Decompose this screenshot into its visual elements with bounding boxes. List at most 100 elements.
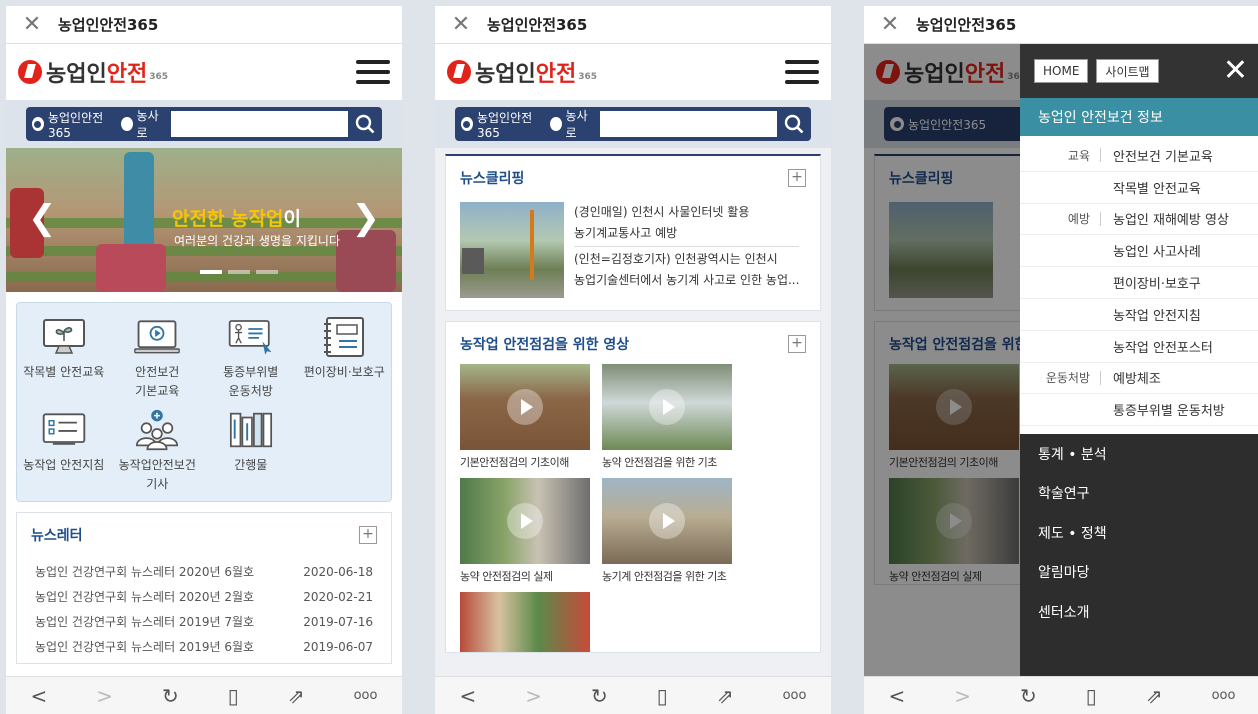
bookmark-icon[interactable]: ▯	[1086, 684, 1097, 708]
submenu-item[interactable]: 안전보건 기본교육	[1113, 146, 1213, 165]
newsletter-item[interactable]: 농업인 건강연구회 뉴스레터 2019년 7월호 2019-07-16	[35, 609, 373, 634]
drawer-main-menu: 통계 • 분석 학술연구 제도 • 정책 알림마당 센터소개	[1020, 434, 1258, 676]
drawer-menu-about[interactable]: 센터소개	[1020, 592, 1258, 632]
share-icon[interactable]: ⇗	[717, 684, 734, 708]
site-logo[interactable]: 농업인 안전 365	[18, 56, 168, 88]
bookmark-icon[interactable]: ▯	[657, 684, 668, 708]
drawer-menu-statistics[interactable]: 통계 • 분석	[1020, 434, 1258, 474]
video-thumbnail	[602, 478, 732, 564]
newsletter-more-button[interactable]: +	[359, 526, 377, 545]
refresh-icon[interactable]: ↻	[162, 684, 179, 708]
drawer-submenu-row[interactable]: 작목별 안전교육	[1020, 172, 1258, 204]
share-icon[interactable]: ⇗	[288, 684, 305, 708]
newsletter-item[interactable]: 농업인 건강연구회 뉴스레터 2020년 6월호 2020-06-18	[35, 559, 373, 584]
back-icon[interactable]: <	[31, 684, 48, 708]
submenu-item[interactable]: 통증부위별 운동처방	[1113, 400, 1225, 419]
quick-menu-label: 편이장비·보호구	[303, 365, 385, 379]
browser-bottom-bar: < > ↻ ▯ ⇗ ooo	[864, 676, 1258, 714]
drawer-submenu-row[interactable]: 농작업 안전지침	[1020, 299, 1258, 331]
slide-indicator-active[interactable]	[200, 270, 222, 274]
news-clipping-panel: 뉴스클리핑 + (경인매일) 인천시 사물인터넷 활용 농기계교통사고 예방 (…	[445, 154, 821, 311]
radio-selected-icon	[461, 117, 473, 131]
submenu-item[interactable]: 예방체조	[1113, 368, 1161, 387]
video-item[interactable]: 농약 안전점검을 위한 기초	[602, 364, 732, 470]
submenu-item[interactable]: 농작업 안전포스터	[1113, 337, 1213, 356]
submenu-item[interactable]: 농업인 사고사례	[1113, 241, 1201, 260]
forward-icon[interactable]: >	[525, 684, 542, 708]
submenu-item[interactable]: 농작업 안전지침	[1113, 305, 1201, 324]
forward-icon[interactable]: >	[96, 684, 113, 708]
search-icon[interactable]	[783, 111, 805, 137]
quick-menu-equipment[interactable]: 편이장비·보호구	[298, 315, 392, 400]
close-icon[interactable]: ✕	[6, 12, 58, 37]
drawer-submenu-row[interactable]: 편이장비·보호구	[1020, 267, 1258, 299]
drawer-menu-notice[interactable]: 알림마당	[1020, 553, 1258, 593]
search-option-nongsaro[interactable]: 농사로	[120, 107, 165, 141]
quick-menu-guideline[interactable]: 농작업 안전지침	[17, 408, 111, 493]
hamburger-menu-icon[interactable]	[785, 60, 819, 84]
drawer-menu-research[interactable]: 학술연구	[1020, 474, 1258, 514]
share-icon[interactable]: ⇗	[1146, 684, 1163, 708]
drawer-submenu-row[interactable]: 운동처방 예방체조	[1020, 363, 1258, 395]
slide-indicator[interactable]	[228, 270, 250, 274]
search-option-365[interactable]: 농업인안전365	[32, 109, 115, 140]
phone-content-screen: ✕ 농업인안전365 농업인 안전 365 농업인안전365 농사로 뉴스클리핑…	[435, 6, 831, 714]
more-icon[interactable]: ooo	[354, 688, 378, 703]
video-item[interactable]: 기본안전점검의 기초이해	[460, 364, 590, 470]
home-button[interactable]: HOME	[1034, 59, 1089, 83]
drawer-submenu-row[interactable]: 통증부위별 운동처방	[1020, 394, 1258, 427]
close-icon[interactable]: ✕	[435, 12, 487, 37]
site-header: 농업인 안전 365	[435, 44, 831, 100]
submenu-item[interactable]: 편이장비·보호구	[1113, 273, 1201, 292]
quick-menu-crop-education[interactable]: 작목별 안전교육	[17, 315, 111, 400]
newsletter-header: 뉴스레터 +	[17, 513, 391, 555]
drawer-submenu-row[interactable]: 예방 농업인 재해예방 영상	[1020, 204, 1258, 236]
chevron-left-icon[interactable]: ❮	[28, 198, 57, 238]
newsletter-item-date: 2020-06-18	[303, 564, 373, 579]
search-input[interactable]	[170, 111, 348, 137]
hero-headline-highlight: 안전한 농작업	[172, 208, 284, 230]
close-menu-icon[interactable]: ✕	[1223, 56, 1248, 86]
submenu-item[interactable]: 농업인 재해예방 영상	[1113, 209, 1229, 228]
drawer-submenu-row[interactable]: 교육 안전보건 기본교육	[1020, 140, 1258, 172]
drawer-menu-policy[interactable]: 제도 • 정책	[1020, 513, 1258, 553]
video-item[interactable]	[460, 592, 590, 652]
search-option-365[interactable]: 농업인안전365	[461, 109, 544, 140]
submenu-separator	[1100, 339, 1101, 353]
site-logo[interactable]: 농업인 안전 365	[447, 56, 597, 88]
back-icon[interactable]: <	[460, 684, 477, 708]
quick-menu-exercise[interactable]: 통증부위별 운동처방	[204, 315, 298, 400]
search-input[interactable]	[599, 111, 777, 137]
refresh-icon[interactable]: ↻	[591, 684, 608, 708]
dim-overlay[interactable]	[864, 44, 1020, 676]
video-item[interactable]: 농기계 안전점검을 위한 기초	[602, 478, 732, 584]
submenu-item[interactable]: 작목별 안전교육	[1113, 178, 1201, 197]
more-icon[interactable]: ooo	[1212, 688, 1236, 703]
quick-menu-articles[interactable]: 농작업안전보건 기사	[111, 408, 205, 493]
drawer-submenu-row[interactable]: 농작업 안전포스터	[1020, 331, 1258, 363]
chevron-right-icon[interactable]: ❯	[352, 198, 381, 238]
back-icon[interactable]: <	[889, 684, 906, 708]
sitemap-button[interactable]: 사이트맵	[1096, 59, 1159, 83]
search-icon[interactable]	[354, 111, 376, 137]
close-icon[interactable]: ✕	[864, 12, 916, 37]
drawer-section-safety-info[interactable]: 농업인 안전보건 정보	[1020, 98, 1258, 136]
hero-banner[interactable]: ❮ ❯ 안전한 농작업이 여러분의 건강과 생명을 지킵니다	[6, 148, 402, 292]
video-item[interactable]: 농약 안전점검의 실제	[460, 478, 590, 584]
hamburger-menu-icon[interactable]	[356, 60, 390, 84]
video-more-button[interactable]: +	[788, 335, 806, 353]
quick-menu-basic-education[interactable]: 안전보건 기본교육	[111, 315, 205, 400]
news-item[interactable]: (경인매일) 인천시 사물인터넷 활용 농기계교통사고 예방 (인천=김정호기자…	[446, 198, 820, 310]
quick-menu-publications[interactable]: 간행물	[204, 408, 298, 493]
refresh-icon[interactable]: ↻	[1020, 684, 1037, 708]
newsletter-item[interactable]: 농업인 건강연구회 뉴스레터 2019년 6월호 2019-06-07	[35, 634, 373, 659]
newsletter-item[interactable]: 농업인 건강연구회 뉴스레터 2020년 2월호 2020-02-21	[35, 584, 373, 609]
news-thumbnail	[460, 202, 564, 298]
forward-icon[interactable]: >	[954, 684, 971, 708]
news-clipping-more-button[interactable]: +	[788, 169, 806, 187]
bookmark-icon[interactable]: ▯	[228, 684, 239, 708]
search-option-nongsaro[interactable]: 농사로	[549, 107, 594, 141]
slide-indicator[interactable]	[256, 270, 278, 274]
more-icon[interactable]: ooo	[783, 688, 807, 703]
drawer-submenu-row[interactable]: 농업인 사고사례	[1020, 235, 1258, 268]
